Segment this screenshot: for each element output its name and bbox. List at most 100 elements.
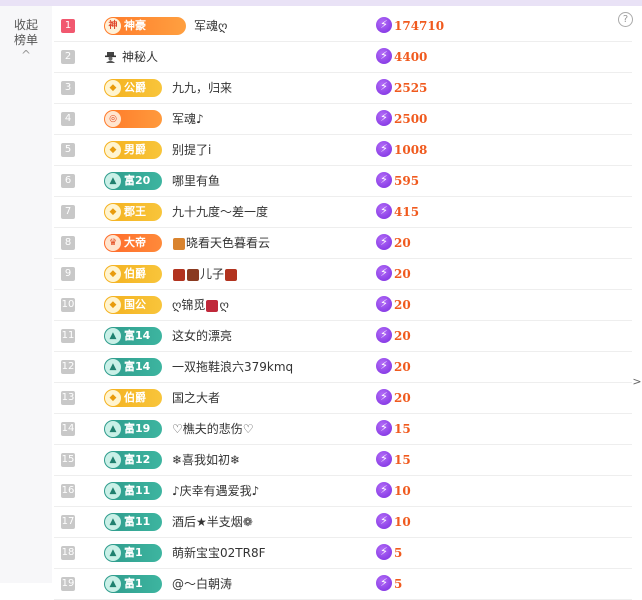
badge-label: 富1 [124,577,143,590]
ranking-row[interactable]: 8 ♛ 大帝 晓看天色暮看云 ⚡ 20 [54,228,632,259]
badge-emblem-icon: ▲ [105,328,121,344]
user-name[interactable]: 九九，归来 [172,80,232,96]
lightning-icon: ⚡ [376,296,392,312]
level-badge: ▲ 富11 [104,482,162,500]
user-name[interactable]: @～白朝涛 [172,576,232,592]
user-name-text: 神秘人 [122,50,159,64]
rank-number: 6 [61,174,75,188]
user-name-text: 军魂♪ [172,112,204,126]
score-value: 15 [394,422,411,436]
user-name[interactable]: 晓看天色暮看云 [172,235,270,251]
user-name[interactable]: 别提了i [172,142,211,158]
user-name[interactable]: ღ锦觅 ღ [172,297,229,313]
badge-emblem-icon: ▲ [105,359,121,375]
level-badge: ▲ 富20 [104,172,162,190]
user-name[interactable]: ❄喜我如初❄ [172,452,240,468]
user-name[interactable]: 军魂ღ [194,18,227,34]
user-name-text: 萌新宝宝02TR8F [172,546,266,560]
user-name[interactable]: 这女的漂亮 [172,328,232,344]
badge-emblem-icon: ♛ [105,235,121,251]
ranking-row[interactable]: 11 ▲ 富14 这女的漂亮 ⚡ 20 [54,321,632,352]
ranking-row[interactable]: 15 ▲ 富12 ❄喜我如初❄ ⚡ 15 [54,445,632,476]
rank-number: 3 [61,81,75,95]
level-badge: ▲ 富1 [104,575,162,593]
badge-emblem-icon: ◆ [105,142,121,158]
ranking-row[interactable]: 4 ◎ 军魂♪ ⚡ 2500 [54,104,632,135]
ranking-row[interactable]: 3 ◆ 公爵 九九，归来 ⚡ 2525 [54,73,632,104]
user-name-text: 酒后★半支烟❁ [172,515,253,529]
user-name-text: 一双拖鞋浪六379kmq [172,360,294,374]
ranking-row[interactable]: 13 ◆ 伯爵 国之大者 ⚡ 20 [54,383,632,414]
ranking-row[interactable]: 10 ◆ 国公 ღ锦觅 ღ ⚡ 20 [54,290,632,321]
user-name[interactable]: 一双拖鞋浪六379kmq [172,359,293,375]
score-value: 20 [394,360,411,374]
level-badge: ▲ 富12 [104,451,162,469]
user-name[interactable]: 九十九度～差一度 [172,204,268,220]
badge-label: 神豪 [124,19,146,32]
lightning-icon: ⚡ [376,389,392,405]
lightning-icon: ⚡ [376,203,392,219]
rank-number: 7 [61,205,75,219]
lightning-icon: ⚡ [376,79,392,95]
badge-label: 郡王 [124,205,146,218]
badge-label: 公爵 [124,81,146,94]
user-name[interactable]: 酒后★半支烟❁ [172,514,253,530]
badge-emblem-icon: 神 [105,18,121,34]
ranking-row[interactable]: 16 ▲ 富11 ♪庆幸有遇爱我♪ ⚡ 10 [54,476,632,507]
badge-label: 伯爵 [124,267,146,280]
rank-number: 5 [61,143,75,157]
score-value: 20 [394,267,411,281]
ranking-row[interactable]: 1 神神豪 军魂ღ ⚡ 174710 [54,11,632,42]
score-value: 20 [394,391,411,405]
user-name[interactable]: 神秘人 [122,49,158,65]
badge-label: 大帝 [124,236,146,249]
badge-emblem-icon: ◆ [105,80,121,96]
badge-emblem-icon: ▲ [105,576,121,592]
emoji-icon [173,268,185,281]
ranking-row[interactable]: 5 ◆ 男爵 别提了i ⚡ 1008 [54,135,632,166]
score-value: 1008 [394,143,428,157]
user-name-text: 这女的漂亮 [172,329,233,343]
sidebar: 收起榜单 ^ [0,6,52,583]
ranking-row[interactable]: 17 ▲ 富11 酒后★半支烟❁ ⚡ 10 [54,507,632,538]
ranking-row[interactable]: 12 ▲ 富14 一双拖鞋浪六379kmq ⚡ 20 [54,352,632,383]
level-badge: ◎ [104,110,162,128]
level-badge: ◆ 伯爵 [104,389,162,407]
emoji-icon [187,268,199,281]
ranking-row[interactable]: 9 ◆ 伯爵 儿子 ⚡ 20 [54,259,632,290]
rank-number: 15 [61,453,75,467]
badge-emblem-icon: ▲ [105,452,121,468]
score-value: 20 [394,298,411,312]
user-name[interactable]: 军魂♪ [172,111,204,127]
ranking-row[interactable]: 6 ▲ 富20 哪里有鱼 ⚡ 595 [54,166,632,197]
ranking-row[interactable]: 18 ▲ 富1 萌新宝宝02TR8F ⚡ 5 [54,538,632,569]
score-value: 10 [394,484,411,498]
collapse-ranking-button[interactable]: 收起榜单 ^ [8,18,44,61]
badge-emblem-icon: ◎ [105,111,121,127]
user-name[interactable]: ♪庆幸有遇爱我♪ [172,483,259,499]
ranking-row[interactable]: 14 ▲ 富19 ♡樵夫的悲伤♡ ⚡ 15 [54,414,632,445]
badge-label: 伯爵 [124,391,146,404]
top-border [0,0,642,6]
level-badge: ♛ 大帝 [104,234,162,252]
lightning-icon: ⚡ [376,327,392,343]
ranking-row[interactable]: 2 神秘人 ⚡ 4400 [54,42,632,73]
user-name[interactable]: 国之大者 [172,390,220,406]
rank-number: 16 [61,484,75,498]
user-name[interactable]: 儿子 [172,266,238,282]
score-value: 15 [394,453,411,467]
lightning-icon: ⚡ [376,48,392,64]
user-name[interactable]: 哪里有鱼 [172,173,220,189]
score-value: 2525 [394,81,428,95]
user-name[interactable]: ♡樵夫的悲伤♡ [172,421,254,437]
level-badge: ▲ 富19 [104,420,162,438]
chevron-right-icon[interactable]: > [632,372,642,392]
emoji-icon [206,299,219,312]
user-name[interactable]: 萌新宝宝02TR8F [172,545,265,561]
score-value: 174710 [394,19,445,33]
ranking-row[interactable]: 7 ◆ 郡王 九十九度～差一度 ⚡ 415 [54,197,632,228]
badge-label: 富19 [124,422,151,435]
lightning-icon: ⚡ [376,575,392,591]
level-badge: ◆ 国公 [104,296,162,314]
ranking-row[interactable]: 19 ▲ 富1 @～白朝涛 ⚡ 5 [54,569,632,600]
